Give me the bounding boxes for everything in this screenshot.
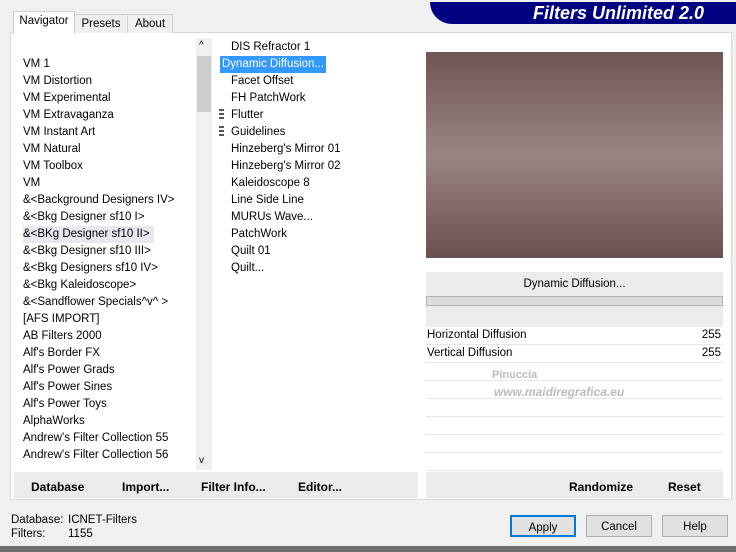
filter-name-label: Dynamic Diffusion... — [426, 272, 723, 296]
scroll-thumb[interactable] — [197, 56, 211, 112]
param-row — [426, 363, 723, 381]
category-item[interactable]: VM 1 — [23, 56, 50, 73]
import-button[interactable]: Import... — [122, 480, 169, 494]
randomize-button[interactable]: Randomize — [569, 480, 633, 494]
category-item[interactable]: Alf's Power Sines — [23, 379, 112, 396]
filter-item[interactable]: Quilt 01 — [231, 243, 271, 260]
category-item[interactable]: Alf's Power Grads — [23, 362, 115, 379]
filter-item[interactable]: PatchWork — [231, 226, 287, 243]
category-item[interactable]: VM Natural — [23, 141, 81, 158]
filter-item[interactable]: FH PatchWork — [231, 90, 306, 107]
param-row — [426, 453, 723, 471]
filter-item[interactable]: Hinzeberg's Mirror 02 — [231, 158, 341, 175]
app-title-banner: Filters Unlimited 2.0 — [430, 2, 736, 24]
group-marker-icon — [219, 126, 224, 138]
category-item[interactable]: VM Toolbox — [23, 158, 83, 175]
scroll-up-icon[interactable]: ^ — [199, 40, 204, 51]
filters-count: 1155 — [68, 528, 93, 540]
category-item[interactable]: AlphaWorks — [23, 413, 85, 430]
help-button[interactable]: Help — [662, 515, 728, 537]
group-marker-icon — [219, 109, 224, 121]
preview-image — [426, 52, 723, 258]
reset-button[interactable]: Reset — [668, 480, 701, 494]
param-row[interactable]: Vertical Diffusion 255 — [426, 345, 723, 363]
category-item[interactable]: &<Sandflower Specials^v^ > — [23, 294, 168, 311]
watermark-line1: Pinuccia — [492, 369, 538, 381]
filter-item[interactable]: Flutter — [219, 107, 264, 124]
category-item[interactable]: [AFS IMPORT] — [23, 311, 99, 328]
filter-item[interactable]: Facet Offset — [231, 73, 293, 90]
watermark-line2: www.maidiregrafica.eu — [494, 385, 625, 399]
category-item[interactable]: AB Filters 2000 — [23, 328, 102, 345]
filters-label: Filters: — [11, 528, 46, 540]
database-button[interactable]: Database — [31, 480, 84, 494]
category-item[interactable]: Andrew's Filter Collection 55 — [23, 430, 168, 447]
editor-button[interactable]: Editor... — [298, 480, 342, 494]
param-value[interactable]: 255 — [702, 345, 721, 362]
tab-navigator[interactable]: Navigator — [13, 11, 75, 34]
category-item[interactable]: Andrew's Filter Collection 56 — [23, 447, 168, 464]
filter-item[interactable]: Hinzeberg's Mirror 01 — [231, 141, 341, 158]
progress-bar — [426, 296, 723, 306]
param-row — [426, 399, 723, 417]
tab-about[interactable]: About — [127, 14, 173, 33]
filter-item[interactable]: Line Side Line — [231, 192, 304, 209]
filter-item[interactable]: Quilt... — [231, 260, 264, 277]
tab-presets[interactable]: Presets — [74, 14, 128, 33]
param-value[interactable]: 255 — [702, 327, 721, 344]
filter-info-button[interactable]: Filter Info... — [201, 480, 266, 494]
category-item[interactable]: &<BKg Designer sf10 II> — [23, 226, 154, 243]
category-item[interactable]: &<Background Designers IV> — [23, 192, 175, 209]
category-item[interactable]: VM — [23, 175, 40, 192]
filter-item[interactable]: Kaleidoscope 8 — [231, 175, 310, 192]
scroll-down-icon[interactable]: v — [199, 455, 204, 466]
param-row — [426, 435, 723, 453]
category-item[interactable]: VM Distortion — [23, 73, 92, 90]
category-item[interactable]: &<Bkg Designer sf10 III> — [23, 243, 151, 260]
filter-item[interactable]: DIS Refractor 1 — [231, 39, 310, 56]
category-item[interactable]: Alf's Power Toys — [23, 396, 107, 413]
filter-list[interactable]: DIS Refractor 1 Dynamic Diffusion... Facet… — [219, 38, 418, 470]
param-row[interactable]: Horizontal Diffusion 255 — [426, 327, 723, 345]
category-item[interactable]: &<Bkg Designer sf10 I> — [23, 209, 144, 226]
category-list[interactable]: VM 1 VM Distortion VM Experimental VM Extra… — [14, 38, 196, 470]
category-item[interactable]: VM Instant Art — [23, 124, 95, 141]
param-header — [426, 306, 723, 327]
database-label: Database: — [11, 514, 64, 526]
database-value: ICNET-Filters — [68, 514, 137, 526]
param-name: Horizontal Diffusion — [427, 329, 527, 341]
category-item[interactable]: &<Bkg Designers sf10 IV> — [23, 260, 158, 277]
category-item[interactable]: &<Bkg Kaleidoscope> — [23, 277, 136, 294]
category-item[interactable]: Alf's Border FX — [23, 345, 100, 362]
apply-button[interactable]: Apply — [510, 515, 576, 537]
taskbar-strip — [0, 546, 736, 552]
filter-item[interactable]: Dynamic Diffusion... — [220, 56, 327, 73]
cancel-button[interactable]: Cancel — [586, 515, 652, 537]
category-item[interactable]: VM Extravaganza — [23, 107, 114, 124]
param-name: Vertical Diffusion — [427, 347, 513, 359]
filter-item[interactable]: Guidelines — [219, 124, 285, 141]
filter-item[interactable]: MURUs Wave... — [231, 209, 313, 226]
category-item[interactable]: VM Experimental — [23, 90, 111, 107]
param-row — [426, 417, 723, 435]
